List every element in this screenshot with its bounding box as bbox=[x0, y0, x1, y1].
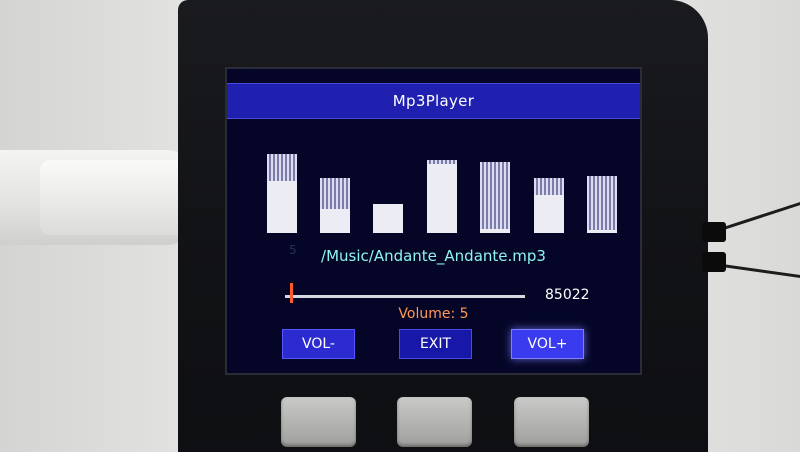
spectrum-bar-fill bbox=[427, 164, 457, 233]
volume-down-button[interactable]: VOL- bbox=[282, 329, 355, 359]
spectrum-bar-fill bbox=[267, 181, 297, 233]
spectrum-bar bbox=[587, 176, 617, 233]
spectrum-bar-peak bbox=[267, 154, 297, 233]
spectrum-bar bbox=[320, 178, 350, 233]
spectrum-bar bbox=[267, 154, 297, 233]
spectrum-bar-fill bbox=[534, 195, 564, 233]
audio-jack-upper bbox=[702, 222, 726, 242]
spectrum-bar-peak bbox=[373, 204, 403, 233]
progress-track[interactable] bbox=[285, 295, 525, 298]
usb-cable-plug bbox=[40, 160, 190, 235]
app-title: Mp3Player bbox=[392, 92, 475, 110]
spectrum-bar bbox=[427, 160, 457, 233]
volume-up-button[interactable]: VOL+ bbox=[511, 329, 584, 359]
spectrum-bar-fill bbox=[320, 209, 350, 233]
volume-label: Volume: 5 bbox=[398, 306, 469, 322]
spectrum-bar-peak bbox=[480, 162, 510, 233]
spectrum-bar bbox=[534, 178, 564, 233]
progress-thumb[interactable] bbox=[290, 283, 293, 303]
spectrum-bar-fill bbox=[587, 230, 617, 233]
player-screen: Mp3Player 5 /Music/Andante_Andante.mp3 8… bbox=[225, 67, 642, 375]
title-bar: Mp3Player bbox=[227, 83, 640, 119]
hardware-button-c[interactable] bbox=[514, 397, 589, 447]
track-filename: /Music/Andante_Andante.mp3 bbox=[321, 247, 546, 265]
hardware-button-a[interactable] bbox=[281, 397, 356, 447]
spectrum-bar bbox=[480, 162, 510, 233]
hardware-button-b[interactable] bbox=[397, 397, 472, 447]
exit-button[interactable]: EXIT bbox=[399, 329, 472, 359]
spectrum-bar-peak bbox=[427, 160, 457, 233]
spectrum-bar-peak bbox=[587, 176, 617, 233]
spectrum-bar-peak bbox=[320, 178, 350, 233]
spectrum-bar bbox=[373, 204, 403, 233]
playback-position: 85022 bbox=[545, 287, 590, 303]
spectrum-bar-fill bbox=[480, 229, 510, 233]
audio-jack-lower bbox=[702, 252, 726, 272]
spectrum-bar-fill bbox=[373, 204, 403, 233]
spectrum-bar-peak bbox=[534, 178, 564, 233]
